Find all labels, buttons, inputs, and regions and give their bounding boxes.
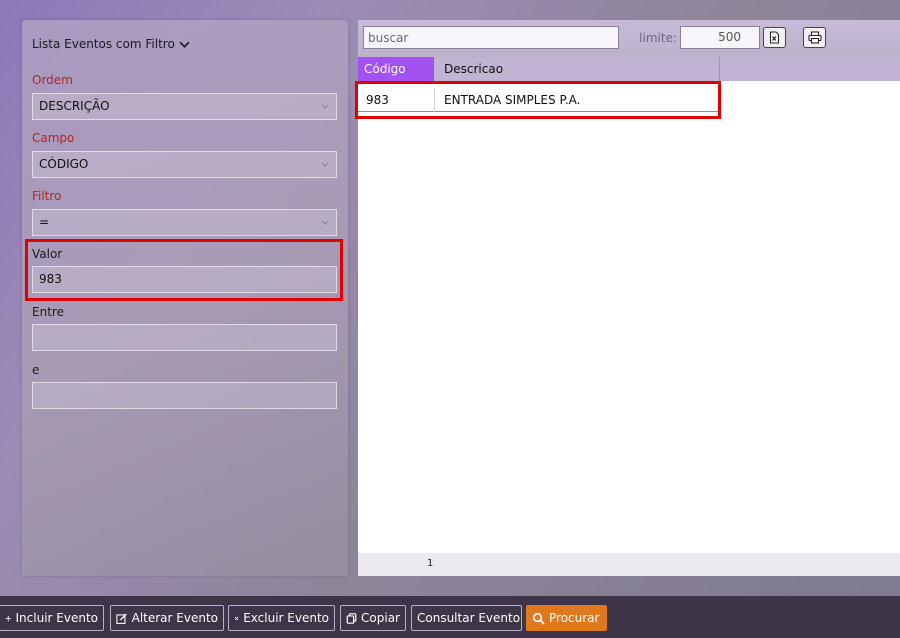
limit-group: limite: 500: [630, 26, 770, 49]
filtro-value: =: [39, 215, 50, 229]
column-header-codigo[interactable]: Código: [358, 57, 434, 81]
excluir-evento-button[interactable]: Excluir Evento: [228, 605, 335, 631]
print-button[interactable]: [803, 27, 826, 48]
plus-icon: [5, 615, 11, 621]
limit-input[interactable]: 500: [680, 26, 760, 49]
alterar-evento-button[interactable]: Alterar Evento: [110, 605, 224, 631]
incluir-evento-button[interactable]: Incluir Evento: [0, 605, 104, 631]
valor-highlight: [25, 239, 343, 301]
excel-export-icon: [769, 31, 780, 44]
copiar-label: Copiar: [361, 611, 400, 625]
chevron-down-icon: [321, 220, 329, 225]
grid-panel: limite: 500 Código Descricao 983 ENTRADA…: [355, 20, 900, 576]
campo-select[interactable]: CÓDIGO: [32, 151, 337, 178]
column-header-descricao[interactable]: Descricao: [444, 57, 503, 81]
filtro-label: Filtro: [32, 189, 62, 203]
procurar-label: Procurar: [549, 611, 600, 625]
campo-value: CÓDIGO: [39, 157, 89, 171]
filtro-select[interactable]: =: [32, 209, 337, 236]
excluir-evento-label: Excluir Evento: [243, 611, 329, 625]
row-highlight: [355, 81, 721, 119]
panel-title-dropdown[interactable]: Lista Eventos com Filtro: [32, 37, 190, 51]
limit-label: limite:: [639, 30, 677, 45]
chevron-down-icon: [321, 104, 329, 109]
consultar-evento-label: Consultar Evento: [417, 611, 521, 625]
export-button[interactable]: [763, 27, 786, 48]
ordem-value: DESCRIÇÃO: [39, 99, 110, 113]
incluir-evento-label: Incluir Evento: [15, 611, 98, 625]
close-icon: [234, 616, 239, 620]
copy-icon: [346, 612, 357, 624]
copiar-button[interactable]: Copiar: [340, 605, 406, 631]
grid-header: Código Descricao: [358, 57, 900, 81]
alterar-evento-label: Alterar Evento: [131, 611, 218, 625]
action-bar: Incluir Evento Alterar Evento Excluir Ev…: [0, 596, 900, 638]
procurar-button[interactable]: Procurar: [526, 605, 607, 631]
grid-toolbar: limite: 500: [358, 20, 900, 57]
chevron-down-icon: [179, 41, 190, 48]
ordem-label: Ordem: [32, 73, 73, 87]
filter-panel: Lista Eventos com Filtro Ordem DESCRIÇÃO…: [22, 20, 348, 576]
column-divider[interactable]: [719, 57, 720, 81]
grid-pagination: 1: [358, 553, 900, 576]
campo-label: Campo: [32, 131, 75, 145]
ordem-select[interactable]: DESCRIÇÃO: [32, 93, 337, 120]
page-number[interactable]: 1: [427, 558, 433, 569]
e-input[interactable]: [32, 382, 337, 409]
consultar-evento-button[interactable]: Consultar Evento: [411, 605, 522, 631]
entre-input[interactable]: [32, 324, 337, 351]
edit-icon: [116, 613, 127, 624]
e-label: e: [32, 363, 40, 377]
chevron-down-icon: [321, 162, 329, 167]
entre-label: Entre: [32, 305, 64, 319]
panel-title: Lista Eventos com Filtro: [32, 37, 175, 51]
printer-icon: [807, 31, 822, 44]
search-input[interactable]: [363, 26, 619, 49]
search-icon: [532, 612, 545, 625]
